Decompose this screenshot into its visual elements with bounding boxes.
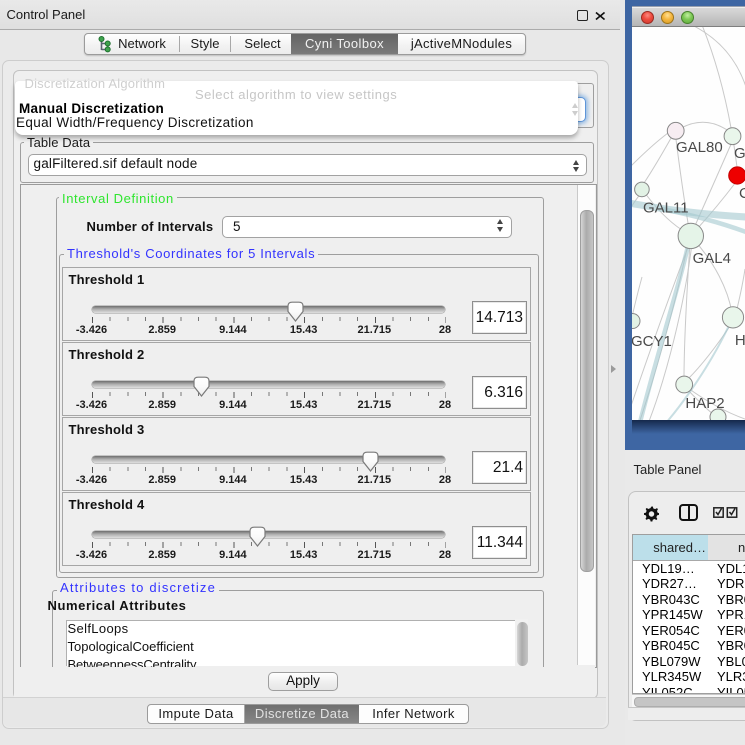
svg-text:HAP2: HAP2 xyxy=(685,395,724,412)
svg-text:GCY1: GCY1 xyxy=(632,333,672,350)
svg-text:GAL11: GAL11 xyxy=(643,200,689,217)
svg-text:C: C xyxy=(739,185,745,202)
svg-text:GAL4: GAL4 xyxy=(693,250,731,267)
svg-text:H: H xyxy=(735,332,745,349)
svg-text:GAL80: GAL80 xyxy=(676,139,723,156)
svg-text:G.: G. xyxy=(734,145,745,162)
